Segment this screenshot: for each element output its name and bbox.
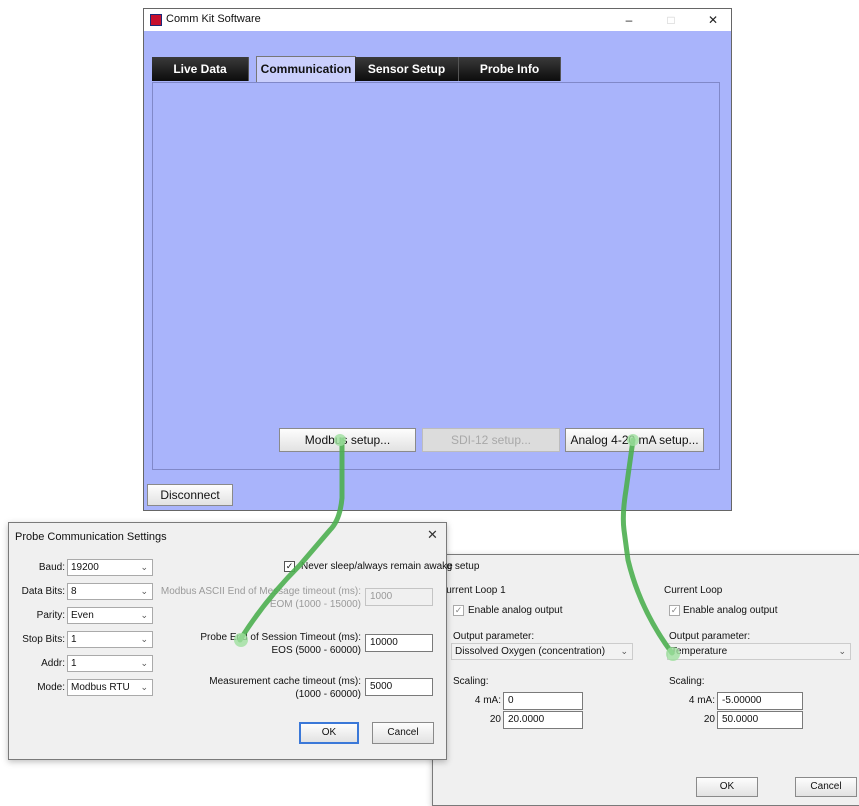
sdi12-setup-button[interactable]: SDI-12 setup...	[422, 428, 560, 452]
loop1-output-label: Output parameter:	[453, 631, 535, 642]
loop2-4ma-label: 4 mA:	[688, 695, 715, 706]
stop-bits-label: Stop Bits:	[22, 634, 65, 645]
cache-timeout-input[interactable]: 5000	[365, 678, 433, 696]
probe-dialog-title: Probe Communication Settings	[15, 531, 167, 543]
loop2-enable-label: Enable analog output	[683, 605, 778, 616]
chevron-down-icon: ⌄	[140, 634, 148, 644]
never-sleep-label: Never sleep/always remain awake	[301, 561, 453, 572]
loop2-20ma-label: 20	[703, 714, 715, 725]
parity-select[interactable]: Even ⌄	[67, 607, 153, 624]
loop1-output-select[interactable]: Dissolved Oxygen (concentration) ⌄	[451, 643, 633, 660]
maximize-button[interactable]: □	[661, 11, 681, 29]
loop2-output-label: Output parameter:	[669, 631, 751, 642]
loop1-title: Current Loop 1	[439, 585, 506, 596]
loop1-enable-checkbox[interactable]: ✓	[453, 605, 464, 616]
disconnect-button[interactable]: Disconnect	[147, 484, 233, 506]
addr-label: Addr:	[41, 658, 65, 669]
loop1-enable-label: Enable analog output	[468, 605, 563, 616]
cache-timeout-range: (1000 - 60000)	[295, 689, 361, 700]
analog-setup-button[interactable]: Analog 4-20 mA setup...	[565, 428, 704, 452]
chevron-down-icon: ⌄	[620, 646, 628, 656]
minimize-button[interactable]: –	[619, 11, 639, 29]
tab-sensor-setup[interactable]: Sensor Setup	[355, 57, 459, 81]
mode-select[interactable]: Modbus RTU ⌄	[67, 679, 153, 696]
loop2-4ma-input[interactable]: -5.00000	[717, 692, 803, 710]
loop2-output-select[interactable]: Temperature ⌄	[667, 643, 851, 660]
eos-timeout-label: Probe End of Session Timeout (ms):	[200, 632, 361, 643]
analog-ok-button[interactable]: OK	[696, 777, 758, 797]
main-window: Comm Kit Software – □ ✕ Live Data Commun…	[143, 8, 732, 511]
eos-timeout-range: EOS (5000 - 60000)	[271, 645, 362, 656]
tab-live-data[interactable]: Live Data	[152, 57, 249, 81]
communication-panel	[152, 82, 720, 470]
stop-bits-select[interactable]: 1 ⌄	[67, 631, 153, 648]
chevron-down-icon: ⌄	[140, 682, 148, 692]
ascii-timeout-input[interactable]: 1000	[365, 588, 433, 606]
chevron-down-icon: ⌄	[140, 586, 148, 596]
loop1-4ma-input[interactable]: 0	[503, 692, 583, 710]
data-bits-label: Data Bits:	[21, 586, 65, 597]
app-icon	[150, 14, 162, 26]
eos-timeout-input[interactable]: 10000	[365, 634, 433, 652]
parity-label: Parity:	[36, 610, 65, 621]
probe-cancel-button[interactable]: Cancel	[372, 722, 434, 744]
cache-timeout-label: Measurement cache timeout (ms):	[209, 676, 361, 687]
chevron-down-icon: ⌄	[140, 658, 148, 668]
probe-communication-dialog: Probe Communication Settings ✕ Baud: 192…	[8, 522, 453, 760]
analog-cancel-button[interactable]: Cancel	[795, 777, 857, 797]
title-bar: Comm Kit Software – □ ✕	[144, 9, 731, 31]
chevron-down-icon: ⌄	[140, 562, 148, 572]
loop2-20ma-input[interactable]: 50.0000	[717, 711, 803, 729]
loop2-title: Current Loop	[664, 585, 723, 596]
ascii-timeout-range: EOM (1000 - 15000)	[269, 599, 361, 610]
analog-setup-dialog: Analog setup Current Loop 1 ✓ Enable ana…	[421, 554, 859, 806]
ascii-timeout-label: Modbus ASCII End of Message timeout (ms)…	[160, 586, 361, 597]
loop1-scaling-label: Scaling:	[453, 676, 489, 687]
close-button[interactable]: ✕	[703, 11, 723, 29]
probe-ok-button[interactable]: OK	[299, 722, 359, 744]
loop2-enable-checkbox[interactable]: ✓	[669, 605, 680, 616]
loop1-20ma-input[interactable]: 20.0000	[503, 711, 583, 729]
tab-probe-info[interactable]: Probe Info	[459, 57, 561, 81]
chevron-down-icon: ⌄	[140, 610, 148, 620]
modbus-setup-button[interactable]: Modbus setup...	[279, 428, 416, 452]
chevron-down-icon: ⌄	[838, 646, 846, 656]
never-sleep-checkbox[interactable]: ✓	[284, 561, 295, 572]
baud-label: Baud:	[38, 562, 65, 573]
loop1-4ma-label: 4 mA:	[474, 695, 501, 706]
tab-communication[interactable]: Communication	[256, 56, 356, 82]
data-bits-select[interactable]: 8 ⌄	[67, 583, 153, 600]
close-icon[interactable]: ✕	[427, 527, 438, 543]
loop2-scaling-label: Scaling:	[669, 676, 705, 687]
mode-label: Mode:	[37, 682, 65, 693]
loop1-20ma-label: 20	[489, 714, 501, 725]
window-title: Comm Kit Software	[166, 13, 261, 25]
addr-select[interactable]: 1 ⌄	[67, 655, 153, 672]
baud-select[interactable]: 19200 ⌄	[67, 559, 153, 576]
